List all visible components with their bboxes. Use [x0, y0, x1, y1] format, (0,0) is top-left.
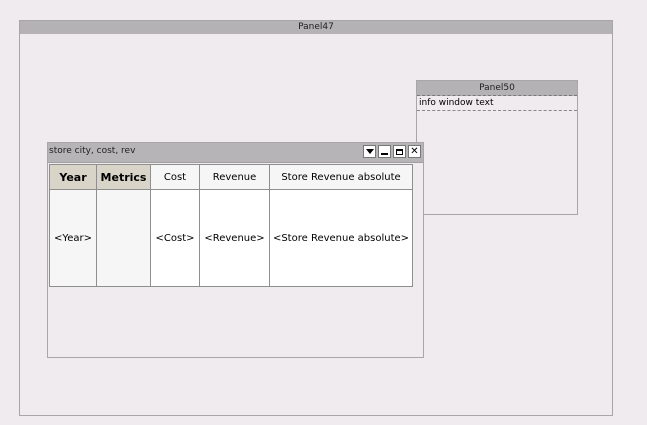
- column-header-revenue[interactable]: Revenue: [199, 164, 270, 190]
- dropdown-icon[interactable]: [363, 145, 376, 158]
- panel47-title: Panel47: [20, 21, 612, 34]
- data-grid: Year Metrics Cost Revenue Store Revenue …: [49, 164, 413, 287]
- table-row: <Year> <Cost> <Revenue> <Store Revenue a…: [49, 189, 413, 287]
- column-header-cost[interactable]: Cost: [150, 164, 200, 190]
- grid-header-row: Year Metrics Cost Revenue Store Revenue …: [49, 164, 413, 190]
- cell-year: <Year>: [49, 189, 97, 287]
- cell-revenue: <Revenue>: [199, 189, 270, 287]
- cell-store-revenue-absolute: <Store Revenue absolute>: [269, 189, 413, 287]
- column-header-store-revenue-absolute[interactable]: Store Revenue absolute: [269, 164, 413, 190]
- minimize-icon[interactable]: [378, 145, 391, 158]
- grid-window-title: store city, cost, rev: [49, 146, 136, 156]
- maximize-icon[interactable]: [393, 145, 406, 158]
- panel50-title: Panel50: [417, 81, 577, 96]
- grid-window: store city, cost, rev ✕ Year Metrics Cos…: [47, 142, 424, 358]
- window-controls: ✕: [363, 145, 421, 158]
- close-icon[interactable]: ✕: [408, 145, 421, 158]
- column-header-year[interactable]: Year: [49, 164, 97, 190]
- column-header-metrics[interactable]: Metrics: [96, 164, 151, 190]
- info-window-text: info window text: [417, 96, 577, 111]
- panel50: Panel50 info window text: [416, 80, 578, 215]
- cell-metrics: [96, 189, 151, 287]
- cell-cost: <Cost>: [150, 189, 200, 287]
- grid-window-titlebar[interactable]: store city, cost, rev ✕: [48, 143, 423, 163]
